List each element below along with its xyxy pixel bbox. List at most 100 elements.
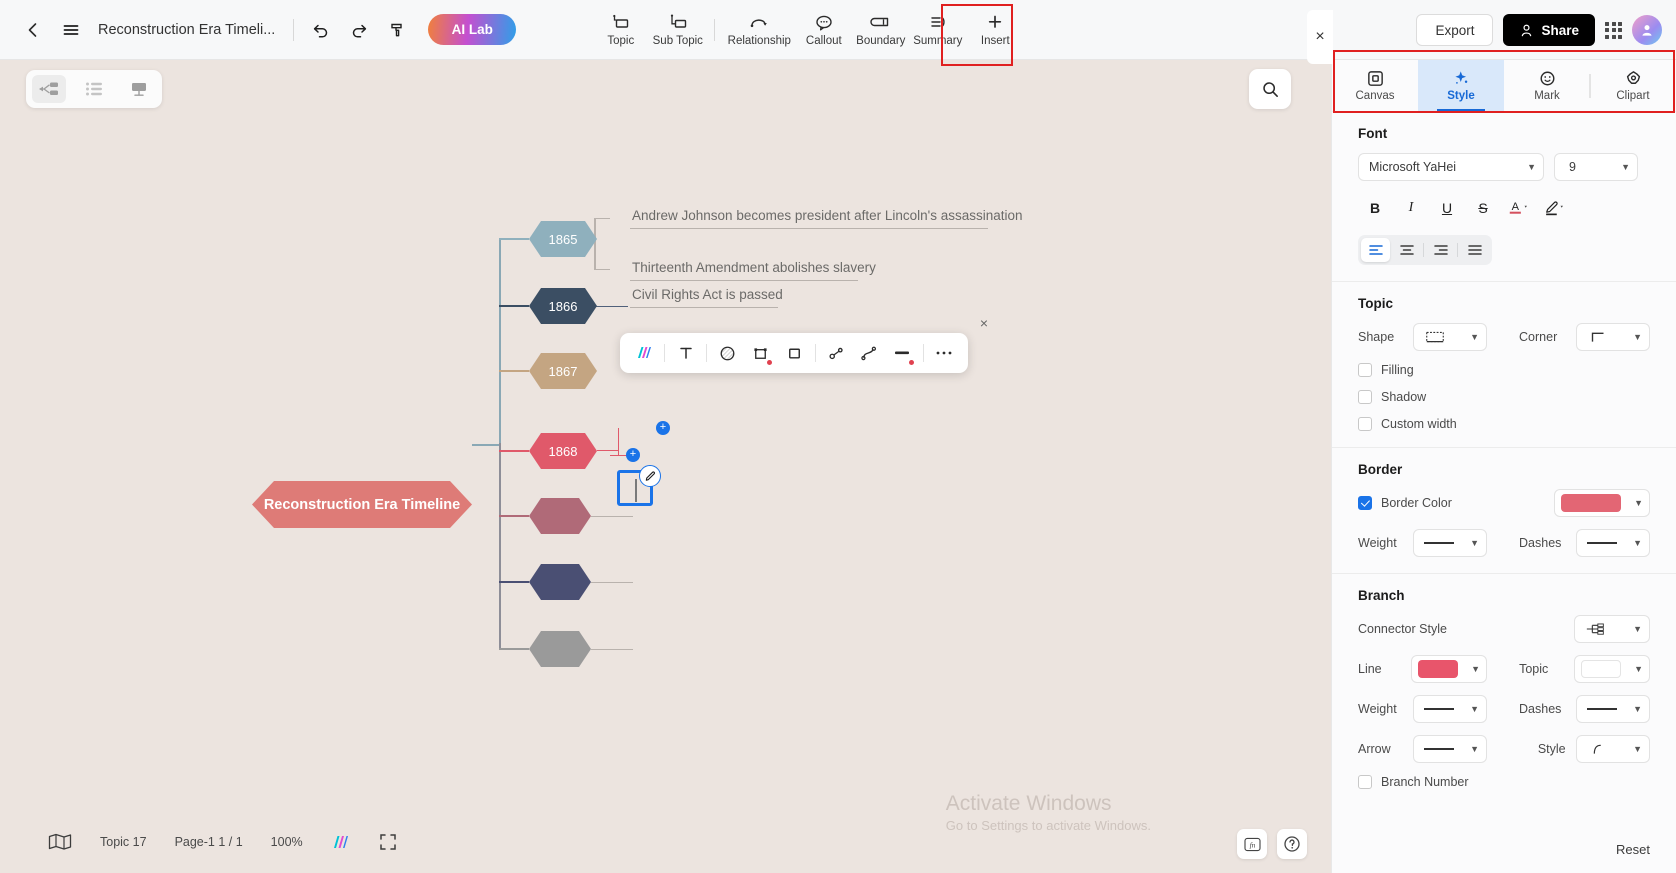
map-overview-icon (48, 833, 72, 850)
root-node[interactable]: Reconstruction Era Timeline (252, 481, 472, 528)
branch-weight-select[interactable]: ▼ (1412, 695, 1488, 723)
tool-boundary[interactable]: Boundary (852, 9, 909, 50)
fill-color-icon[interactable] (712, 338, 743, 368)
fullscreen-button[interactable] (365, 825, 411, 859)
custom-width-checkbox[interactable] (1358, 417, 1372, 431)
branch-topic-color-swatch (1581, 660, 1622, 678)
redo-icon[interactable] (340, 11, 378, 49)
border-color-swatch (1561, 494, 1622, 512)
tool-callout[interactable]: Callout (795, 9, 852, 50)
border-color-label: Border Color (1381, 496, 1452, 510)
mindmap-canvas[interactable]: Reconstruction Era Timeline 1865 1866 18… (0, 60, 1331, 873)
bold-button[interactable]: B (1358, 193, 1392, 223)
more-options-icon[interactable] (929, 338, 960, 368)
align-center-button[interactable] (1392, 238, 1421, 262)
add-child-button[interactable]: + (626, 448, 640, 462)
node-1867[interactable]: 1867 (529, 353, 597, 389)
text-style-icon[interactable] (670, 338, 701, 368)
format-painter-icon[interactable] (378, 11, 416, 49)
line-color-icon[interactable] (887, 338, 918, 368)
export-button[interactable]: Export (1416, 14, 1494, 46)
share-button[interactable]: Share (1503, 14, 1595, 46)
ai-format-icon[interactable] (628, 338, 659, 368)
shape-select[interactable]: ▼ (1412, 323, 1488, 351)
back-button[interactable] (14, 11, 52, 49)
tab-canvas-label: Canvas (1355, 90, 1395, 102)
hamburger-menu-icon[interactable] (52, 11, 90, 49)
node-6[interactable] (529, 564, 591, 600)
corner-label: Corner (1519, 330, 1558, 344)
tab-canvas[interactable]: Canvas (1332, 60, 1418, 111)
shape-icon[interactable] (745, 338, 776, 368)
edit-pen-icon[interactable] (639, 465, 661, 487)
tool-summary[interactable]: Summary (909, 9, 966, 50)
align-justify-button[interactable] (1460, 238, 1489, 262)
close-icon[interactable]: × (976, 315, 992, 331)
connector-style-select[interactable]: ▼ (1574, 615, 1650, 643)
shadow-row[interactable]: Shadow (1358, 390, 1650, 404)
zoom-level[interactable]: 100% (257, 825, 317, 859)
corner-select[interactable]: ▼ (1575, 323, 1650, 351)
align-left-button[interactable] (1361, 238, 1390, 262)
help-button[interactable] (1277, 829, 1307, 859)
page-indicator[interactable]: Page-1 1 / 1 (161, 825, 257, 859)
border-color-checkbox[interactable] (1358, 496, 1372, 510)
custom-width-row[interactable]: Custom width (1358, 417, 1650, 431)
branch-arrow-select[interactable]: ▼ (1412, 735, 1488, 763)
border-dashes-select[interactable]: ▼ (1575, 529, 1650, 557)
document-title[interactable]: Reconstruction Era Timeli... (98, 22, 275, 38)
reset-button[interactable]: Reset (1616, 842, 1650, 857)
node-1865[interactable]: 1865 (529, 221, 597, 257)
ai-button[interactable] (317, 825, 365, 859)
tool-relationship[interactable]: Relationship (723, 9, 795, 50)
align-right-button[interactable] (1426, 238, 1455, 262)
node-1866[interactable]: 1866 (529, 288, 597, 324)
undo-icon[interactable] (302, 11, 340, 49)
border-color-row[interactable]: Border Color (1358, 496, 1452, 510)
filling-row[interactable]: Filling (1358, 363, 1650, 377)
avatar[interactable] (1632, 15, 1662, 45)
apps-grid-icon[interactable] (1605, 21, 1622, 39)
branch-topic-color-select[interactable]: ▼ (1574, 655, 1650, 683)
map-overview-button[interactable] (34, 825, 86, 859)
branch-icon[interactable] (854, 338, 885, 368)
node-1868[interactable]: 1868 (529, 433, 597, 469)
branch-number-checkbox[interactable] (1358, 775, 1372, 789)
branch-dashes-select[interactable]: ▼ (1575, 695, 1650, 723)
tab-style[interactable]: Style (1418, 60, 1504, 111)
leaf-1866-item-1[interactable]: Civil Rights Act is passed (632, 287, 783, 302)
font-family-select[interactable]: Microsoft YaHei ▼ (1358, 153, 1544, 181)
ai-lab-button[interactable]: AI Lab (428, 14, 517, 45)
italic-button[interactable]: I (1394, 193, 1428, 223)
node-7[interactable] (529, 631, 591, 667)
topic-count[interactable]: Topic 17 (86, 825, 161, 859)
add-sibling-button[interactable]: + (656, 421, 670, 435)
font-section: Font Microsoft YaHei ▼ 9 ▼ B I U S A (1332, 112, 1676, 265)
font-size-select[interactable]: 9 ▼ (1554, 153, 1638, 181)
border-color-select[interactable]: ▼ (1554, 489, 1650, 517)
leaf-1865-item-2[interactable]: Thirteenth Amendment abolishes slavery (632, 260, 876, 275)
branch-number-row[interactable]: Branch Number (1358, 775, 1650, 789)
tool-sub-topic[interactable]: Sub Topic (649, 9, 706, 50)
tab-mark[interactable]: Mark (1504, 60, 1590, 111)
highlight-pen-icon[interactable] (1538, 193, 1572, 223)
border-weight-select[interactable]: ▼ (1412, 529, 1488, 557)
leaf-1865-item-1[interactable]: Andrew Johnson becomes president after L… (632, 208, 1023, 223)
branch-style-select[interactable]: ▼ (1575, 735, 1650, 763)
tool-topic[interactable]: Topic (592, 9, 649, 50)
relationship-icon[interactable] (821, 338, 852, 368)
tab-clipart[interactable]: Clipart (1590, 60, 1676, 111)
branch-line-color-select[interactable]: ▼ (1411, 655, 1488, 683)
shadow-checkbox[interactable] (1358, 390, 1372, 404)
underline-button[interactable]: U (1430, 193, 1464, 223)
panel-collapse-button[interactable]: × (1307, 10, 1333, 64)
connector-spine-lower (499, 443, 501, 650)
strikethrough-button[interactable]: S (1466, 193, 1500, 223)
text-color-button[interactable]: A (1502, 193, 1536, 223)
fn-button[interactable]: fn (1237, 829, 1267, 859)
tool-insert[interactable]: Insert (966, 9, 1024, 50)
filling-checkbox[interactable] (1358, 363, 1372, 377)
border-section: Border Border Color ▼ Weight ▼ Dashes ▼ (1332, 448, 1676, 557)
node-5[interactable] (529, 498, 591, 534)
border-icon[interactable] (778, 338, 809, 368)
